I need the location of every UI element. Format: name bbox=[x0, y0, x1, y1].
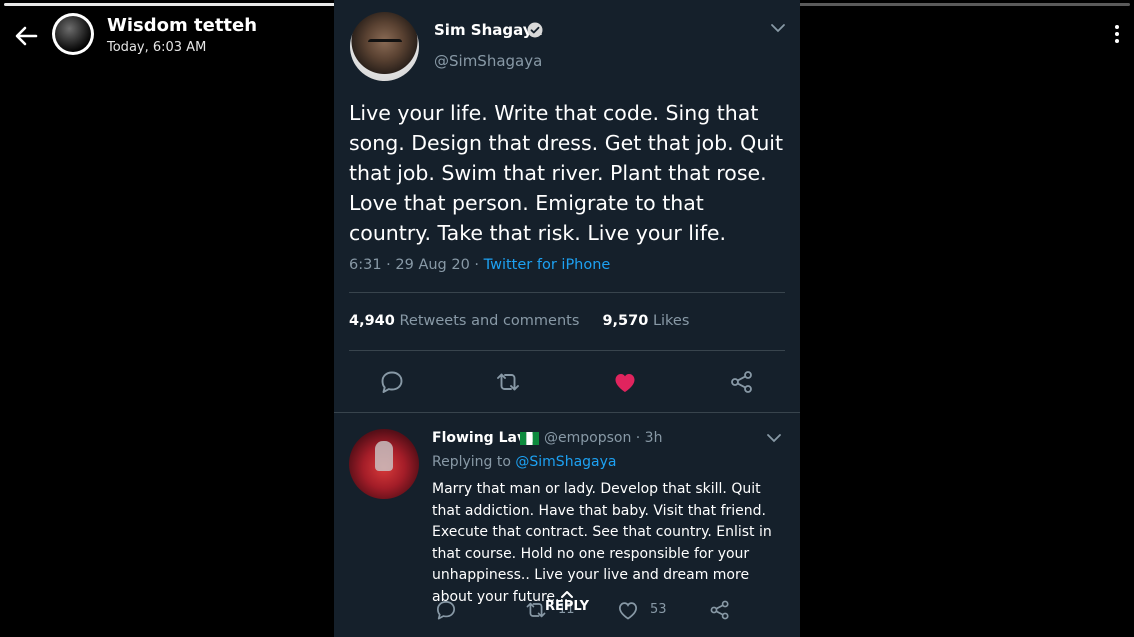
status-timestamp: Today, 6:03 AM bbox=[107, 40, 207, 55]
author-handle: @SimShagaya bbox=[434, 52, 543, 70]
author-avatar bbox=[350, 12, 419, 81]
tweet-text: Live your life. Write that code. Sing th… bbox=[349, 101, 784, 245]
reply-button[interactable]: REPLY bbox=[534, 590, 600, 614]
arrow-left-icon[interactable] bbox=[12, 22, 40, 50]
reply-label: REPLY bbox=[544, 599, 590, 614]
more-vertical-icon[interactable] bbox=[1114, 25, 1120, 47]
story-progress-1 bbox=[4, 3, 374, 6]
tweet-meta: 6:31 · 29 Aug 20 · Twitter for iPhone bbox=[349, 257, 610, 273]
replying-to-link[interactable]: @SimShagaya bbox=[515, 454, 616, 470]
retweets-label: Retweets and comments bbox=[399, 313, 580, 329]
divider bbox=[349, 292, 785, 293]
replying-to: Replying to @SimShagaya bbox=[432, 454, 616, 470]
nigeria-flag-icon bbox=[520, 432, 539, 445]
retweet-icon[interactable] bbox=[494, 368, 522, 396]
likes-label: Likes bbox=[652, 313, 690, 329]
heart-outline-icon[interactable] bbox=[616, 598, 640, 622]
reply-text: Marry that man or lady. Develop that ski… bbox=[432, 481, 772, 605]
heart-icon[interactable] bbox=[611, 368, 639, 396]
status-contact-name: Wisdom tetteh bbox=[107, 15, 258, 36]
replying-prefix: Replying to bbox=[432, 454, 516, 470]
chevron-up-icon bbox=[561, 591, 573, 598]
verified-badge-icon bbox=[527, 22, 543, 38]
reply-handle: @empopson · 3h bbox=[544, 430, 663, 446]
tweet-card: Sim Shagaya @SimShagaya Live your life. … bbox=[334, 0, 800, 637]
divider bbox=[349, 350, 785, 351]
chevron-down-icon[interactable] bbox=[770, 22, 786, 34]
share-icon[interactable] bbox=[728, 368, 756, 396]
tweet-source-link[interactable]: Twitter for iPhone bbox=[484, 257, 611, 273]
chevron-down-icon[interactable] bbox=[766, 432, 782, 444]
reply-like-count: 53 bbox=[650, 602, 667, 617]
comment-icon[interactable] bbox=[434, 598, 458, 622]
avatar[interactable] bbox=[52, 13, 94, 55]
tweet-stats: 4,940 Retweets and comments 9,570 Likes bbox=[349, 313, 689, 329]
story-progress-3 bbox=[758, 3, 1130, 6]
divider bbox=[334, 412, 800, 413]
likes-count[interactable]: 9,570 bbox=[602, 313, 648, 329]
reply-avatar bbox=[349, 429, 419, 499]
share-icon[interactable] bbox=[708, 598, 732, 622]
comment-icon[interactable] bbox=[378, 368, 406, 396]
retweets-count[interactable]: 4,940 bbox=[349, 313, 395, 329]
tweet-time: 6:31 · 29 Aug 20 · bbox=[349, 257, 484, 273]
